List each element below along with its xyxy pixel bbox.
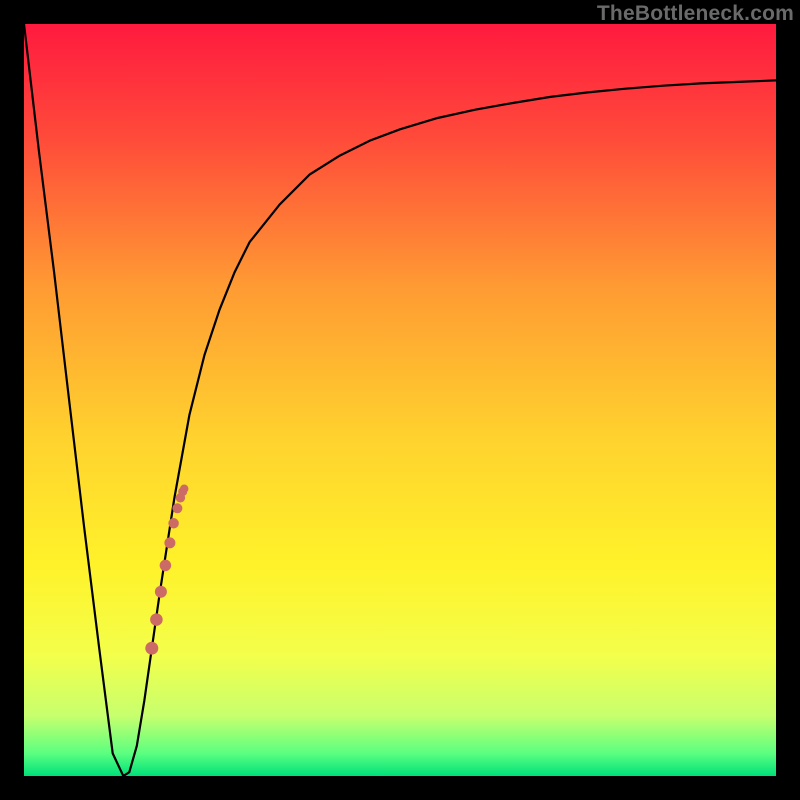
marker-dot [180, 484, 189, 493]
marker-dot [164, 537, 175, 548]
watermark-label: TheBottleneck.com [597, 2, 794, 26]
marker-dot [155, 586, 167, 598]
chart-frame [24, 24, 776, 776]
marker-dot [150, 613, 163, 626]
chart-svg [24, 24, 776, 776]
marker-dot [160, 560, 172, 572]
marker-dot [172, 503, 182, 513]
chart-background [24, 24, 776, 776]
marker-dot [145, 642, 158, 655]
marker-dot [168, 518, 179, 529]
